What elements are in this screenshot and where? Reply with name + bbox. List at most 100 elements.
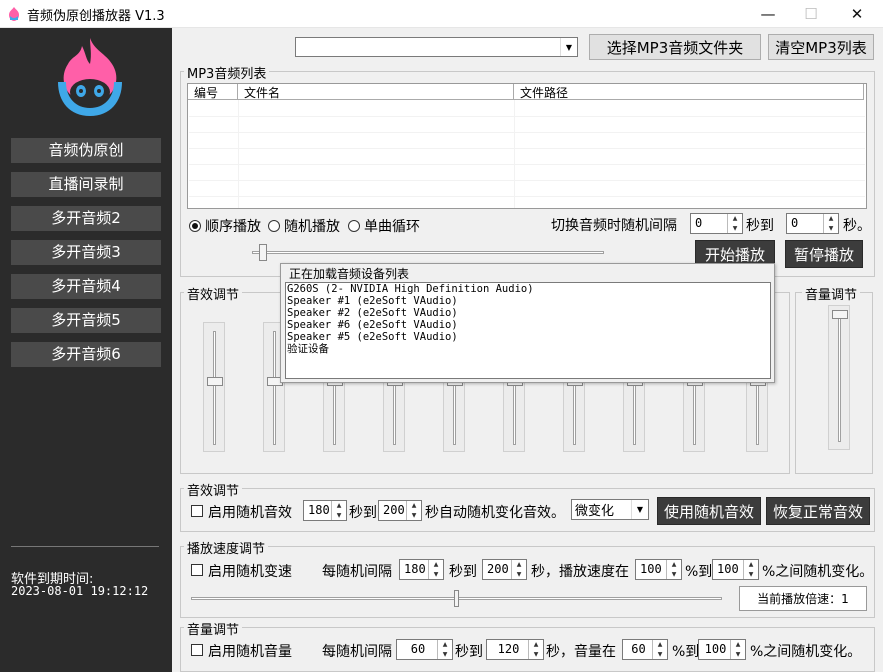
volume-level-label: 秒，音量在: [546, 644, 616, 660]
effect-group-label: 音效调节: [184, 480, 243, 499]
volume-level-from-spinner[interactable]: 60 ▲ ▼: [622, 639, 668, 660]
mp3-table[interactable]: 编号 文件名 文件路径: [187, 83, 867, 209]
enable-random-volume-label: 启用随机音量: [208, 644, 292, 660]
speed-slider-thumb[interactable]: [454, 590, 459, 607]
app-logo: [58, 38, 122, 116]
minimize-button[interactable]: —: [745, 0, 791, 28]
radio-loop-single-dot[interactable]: [348, 220, 360, 232]
clear-mp3-list-button[interactable]: 清空MP3列表: [768, 34, 874, 60]
switch-interval-to-spinner[interactable]: 0 ▲ ▼: [786, 213, 839, 234]
eq-group-label: 音效调节: [184, 284, 243, 303]
radio-random-dot[interactable]: [268, 220, 280, 232]
enable-random-effect-checkbox[interactable]: [191, 505, 203, 517]
spinner-arrows-icon[interactable]: ▲ ▼: [511, 560, 526, 579]
effect-from-spinner[interactable]: 180 ▲ ▼: [303, 500, 347, 521]
mp3-list-group-label: MP3音频列表: [184, 63, 270, 82]
device-popup-title: 正在加载音频设备列表: [289, 267, 410, 281]
speed-rate-to-spinner[interactable]: 100 ▲ ▼: [712, 559, 759, 580]
maximize-button[interactable]: ☐: [788, 0, 834, 28]
volume-level-suffix-label: %之间随机变化。: [750, 644, 862, 660]
radio-loop-single-label: 单曲循环: [364, 219, 420, 235]
sidebar-item-multi-3[interactable]: 多开音频3: [11, 240, 161, 265]
volume-panel-label: 音量调节: [802, 284, 861, 303]
minimize-icon: —: [760, 5, 776, 23]
progress-thumb[interactable]: [259, 244, 267, 261]
sidebar-item-multi-5[interactable]: 多开音频5: [11, 308, 161, 333]
switch-interval-unit: 秒。: [843, 218, 871, 234]
radio-sequential[interactable]: 顺序播放: [189, 216, 261, 236]
column-header-filename[interactable]: 文件名: [238, 84, 514, 100]
restore-effect-button[interactable]: 恢复正常音效: [766, 497, 870, 525]
master-volume-slider[interactable]: [828, 305, 850, 450]
enable-random-speed-checkbox[interactable]: [191, 564, 203, 576]
sidebar-item-multi-4[interactable]: 多开音频4: [11, 274, 161, 299]
maximize-icon: ☐: [804, 5, 818, 23]
spinner-arrows-icon[interactable]: ▲ ▼: [437, 640, 452, 659]
column-header-filepath[interactable]: 文件路径: [514, 84, 864, 100]
device-list[interactable]: G260S (2- NVIDIA High Definition Audio) …: [285, 282, 771, 379]
speed-rate-mid-label: %到: [685, 564, 713, 580]
device-select[interactable]: ▼: [295, 37, 578, 57]
sidebar-item-multi-2[interactable]: 多开音频2: [11, 206, 161, 231]
device-item[interactable]: G260S (2- NVIDIA High Definition Audio): [287, 283, 770, 295]
speed-to-spinner[interactable]: 200 ▲ ▼: [482, 559, 527, 580]
spinner-arrows-icon[interactable]: ▲ ▼: [406, 501, 421, 520]
spinner-arrows-icon[interactable]: ▲ ▼: [823, 214, 838, 233]
volume-level-to-spinner[interactable]: 100 ▲ ▼: [698, 639, 746, 660]
speed-mid-label: 秒到: [449, 564, 477, 580]
column-header-no[interactable]: 编号: [188, 84, 238, 100]
sidebar-item-live-record[interactable]: 直播间录制: [11, 172, 161, 197]
device-item[interactable]: Speaker #1 (e2eSoft VAudio): [287, 295, 770, 307]
radio-random-label: 随机播放: [284, 219, 340, 235]
speed-slider[interactable]: [191, 590, 722, 608]
volume-level-mid-label: %到: [672, 644, 700, 660]
radio-loop-single[interactable]: 单曲循环: [348, 216, 420, 236]
volume-to-spinner[interactable]: 120 ▲ ▼: [486, 639, 544, 660]
chevron-down-icon: ▼: [560, 38, 577, 56]
spinner-arrows-icon[interactable]: ▲ ▼: [331, 501, 346, 520]
device-item[interactable]: Speaker #2 (e2eSoft VAudio): [287, 307, 770, 319]
spinner-arrows-icon[interactable]: ▲ ▼: [666, 560, 681, 579]
enable-random-effect-label: 启用随机音效: [208, 505, 292, 521]
master-volume-thumb[interactable]: [832, 310, 848, 319]
effect-mid-label: 秒到: [349, 505, 377, 521]
volume-group-label: 音量调节: [184, 619, 243, 638]
window-title: 音频伪原创播放器 V1.3: [27, 9, 165, 24]
playback-progress-slider[interactable]: [252, 244, 604, 262]
speed-group-label: 播放速度调节: [184, 538, 269, 557]
speed-rate-label: 秒，播放速度在: [531, 564, 629, 580]
sidebar-divider: [11, 546, 159, 547]
eq-band-slider[interactable]: [203, 322, 225, 452]
device-item[interactable]: Speaker #6 (e2eSoft VAudio): [287, 319, 770, 331]
switch-interval-mid: 秒到: [746, 218, 774, 234]
effect-to-spinner[interactable]: 200 ▲ ▼: [378, 500, 422, 521]
use-random-effect-button[interactable]: 使用随机音效: [657, 497, 761, 525]
speed-from-spinner[interactable]: 180 ▲ ▼: [399, 559, 444, 580]
title-bar: 音频伪原创播放器 V1.3 — ☐ ✕: [0, 0, 883, 28]
radio-sequential-dot[interactable]: [189, 220, 201, 232]
spinner-arrows-icon[interactable]: ▲ ▼: [528, 640, 543, 659]
enable-random-volume-checkbox[interactable]: [191, 644, 203, 656]
choose-mp3-folder-button[interactable]: 选择MP3音频文件夹: [589, 34, 761, 60]
effect-preset-select[interactable]: 微变化 ▼: [571, 499, 649, 520]
radio-random[interactable]: 随机播放: [268, 216, 340, 236]
eq-band-thumb[interactable]: [207, 377, 223, 386]
close-icon: ✕: [850, 5, 864, 23]
close-button[interactable]: ✕: [834, 0, 880, 28]
spinner-arrows-icon[interactable]: ▲ ▼: [743, 560, 758, 579]
speed-rate-from-spinner[interactable]: 100 ▲ ▼: [635, 559, 682, 580]
pause-play-button[interactable]: 暂停播放: [785, 240, 863, 268]
spinner-arrows-icon[interactable]: ▲ ▼: [727, 214, 742, 233]
device-item[interactable]: Speaker #5 (e2eSoft VAudio): [287, 331, 770, 343]
sidebar-item-multi-6[interactable]: 多开音频6: [11, 342, 161, 367]
chevron-down-icon: ▼: [631, 500, 648, 519]
device-item[interactable]: 验证设备: [287, 343, 770, 355]
spinner-arrows-icon[interactable]: ▲ ▼: [428, 560, 443, 579]
volume-from-spinner[interactable]: 60 ▲ ▼: [396, 639, 453, 660]
sidebar-item-audio-pseudo[interactable]: 音频伪原创: [11, 138, 161, 163]
spinner-arrows-icon[interactable]: ▲ ▼: [730, 640, 745, 659]
expire-time: 2023-08-01 19:12:12: [11, 584, 149, 598]
effect-suffix-label: 秒自动随机变化音效。: [425, 505, 565, 521]
switch-interval-from-spinner[interactable]: 0 ▲ ▼: [690, 213, 743, 234]
spinner-arrows-icon[interactable]: ▲ ▼: [652, 640, 667, 659]
